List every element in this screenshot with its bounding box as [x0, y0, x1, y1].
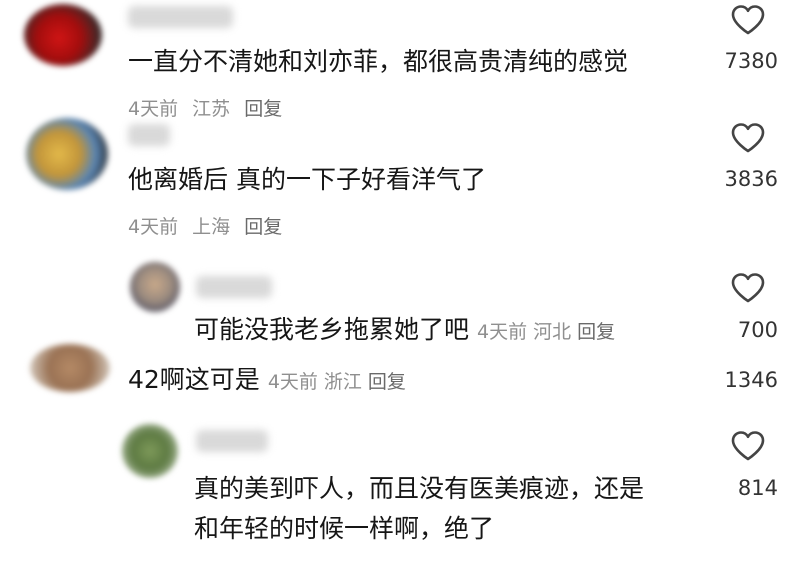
- comment-text-content: 可能没我老乡拖累她了吧: [194, 315, 470, 344]
- comment-meta: 4天前 江苏 回复: [128, 94, 290, 121]
- comment-text: 42啊这可是 4天前 浙江 回复: [128, 362, 412, 400]
- like-count: 814: [737, 476, 778, 500]
- avatar[interactable]: [24, 4, 102, 66]
- reply-button[interactable]: 回复: [244, 216, 282, 238]
- comment-text-line-2: 和年轻的时候一样啊，绝了: [194, 514, 495, 543]
- username-blurred[interactable]: [196, 430, 268, 452]
- comment-text: 他离婚后 真的一下子好看洋气了: [128, 165, 486, 194]
- heart-outline-icon: [731, 5, 765, 35]
- reply-button[interactable]: 回复: [577, 321, 615, 343]
- like-button[interactable]: [713, 272, 783, 304]
- avatar[interactable]: [130, 262, 180, 312]
- like-count: 1346: [724, 368, 778, 392]
- comment-text-content: 42啊这可是: [128, 365, 260, 394]
- comment-meta: 4天前 上海 回复: [128, 212, 290, 239]
- heart-outline-icon: [731, 123, 765, 153]
- comment-meta: 4天前 河北 回复: [477, 321, 621, 343]
- comment-time: 4天前: [267, 371, 318, 393]
- comment-time: 4天前: [128, 98, 179, 120]
- comment-text: 可能没我老乡拖累她了吧 4天前 河北 回复: [194, 312, 621, 350]
- username-blurred[interactable]: [128, 6, 233, 28]
- comment-time: 4天前: [477, 321, 528, 343]
- comment-text: 一直分不清她和刘亦菲，都很高贵清纯的感觉: [128, 47, 629, 76]
- like-button[interactable]: [713, 4, 783, 36]
- comment-text-line-1: 真的美到吓人，而且没有医美痕迹，还是: [194, 474, 645, 503]
- avatar[interactable]: [30, 344, 110, 392]
- avatar[interactable]: [26, 118, 108, 190]
- comment-meta: 4天前 浙江 回复: [268, 371, 412, 393]
- like-count: 3836: [724, 167, 778, 191]
- heart-outline-icon: [731, 273, 765, 303]
- like-count: 700: [737, 318, 778, 342]
- comment-location: 河北: [533, 321, 572, 343]
- comment-location: 浙江: [323, 371, 362, 393]
- avatar[interactable]: [122, 424, 178, 478]
- reply-button[interactable]: 回复: [244, 98, 282, 120]
- comment-location: 江苏: [192, 98, 231, 120]
- comment-time: 4天前: [128, 216, 179, 238]
- like-button[interactable]: [713, 430, 783, 462]
- reply-button[interactable]: 回复: [368, 371, 406, 393]
- comment-location: 上海: [192, 216, 231, 238]
- heart-outline-icon: [731, 431, 765, 461]
- like-button[interactable]: [713, 122, 783, 154]
- username-blurred[interactable]: [196, 276, 272, 298]
- username-blurred[interactable]: [128, 124, 170, 146]
- like-count: 7380: [724, 49, 778, 73]
